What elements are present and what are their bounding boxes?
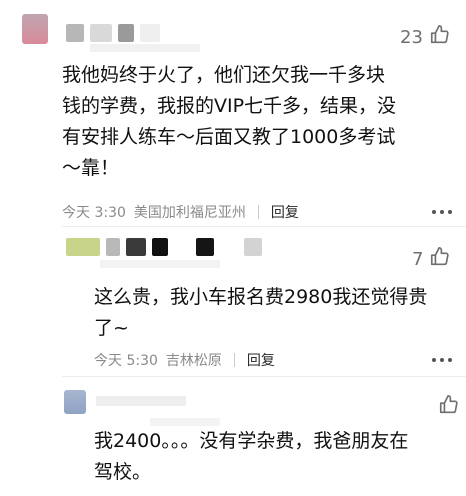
like-button[interactable]: 23 [400,24,451,51]
thumbs-up-icon [429,24,451,51]
subtitle-blurred [90,44,200,52]
like-button[interactable]: 7 [412,246,451,273]
username-blurred[interactable] [66,24,160,42]
more-options-icon[interactable] [432,210,452,214]
comment-text: 我2400。。。没有学杂费，我爸朋友在 驾校。 [94,430,409,483]
meta-divider [233,353,235,367]
avatar[interactable] [64,390,86,414]
comment-2: 7 这么贵，我小车报名费2980我还觉得贵 了~ 今天 5:30 吉林松原 回复 [0,226,466,376]
thumbs-up-icon [429,246,451,273]
username-blurred[interactable] [66,238,262,256]
username-blurred[interactable] [96,396,186,406]
location: 吉林松原 [165,353,222,369]
timestamp: 今天 3:30 [62,205,126,221]
subtitle-blurred [150,418,220,426]
thumbs-up-icon [438,394,460,421]
comment-text: 这么贵，我小车报名费2980我还觉得贵 了~ [94,286,428,339]
timestamp: 今天 5:30 [94,353,158,369]
location: 美国加利福尼亚州 [133,205,246,221]
comment-1: 23 我他妈终于火了，他们还欠我一千多块 钱的学费，我报的VIP七千多，结果，没… [0,0,466,225]
like-count: 23 [400,27,423,48]
reply-button[interactable]: 回复 [271,202,299,222]
comment-meta: 今天 5:30 吉林松原 回复 [94,350,275,370]
like-button[interactable] [432,394,460,421]
more-options-icon[interactable] [432,358,452,362]
avatar[interactable] [22,14,48,44]
reply-button[interactable]: 回复 [247,350,275,370]
subtitle-blurred [100,260,220,268]
like-count: 7 [412,249,424,270]
comment-meta: 今天 3:30 美国加利福尼亚州 回复 [62,202,299,222]
meta-divider [257,205,259,219]
comment-3: 我2400。。。没有学杂费，我爸朋友在 驾校。 [0,376,466,496]
comment-text: 我他妈终于火了，他们还欠我一千多块 钱的学费，我报的VIP七千多，结果，没 有安… [62,64,397,179]
